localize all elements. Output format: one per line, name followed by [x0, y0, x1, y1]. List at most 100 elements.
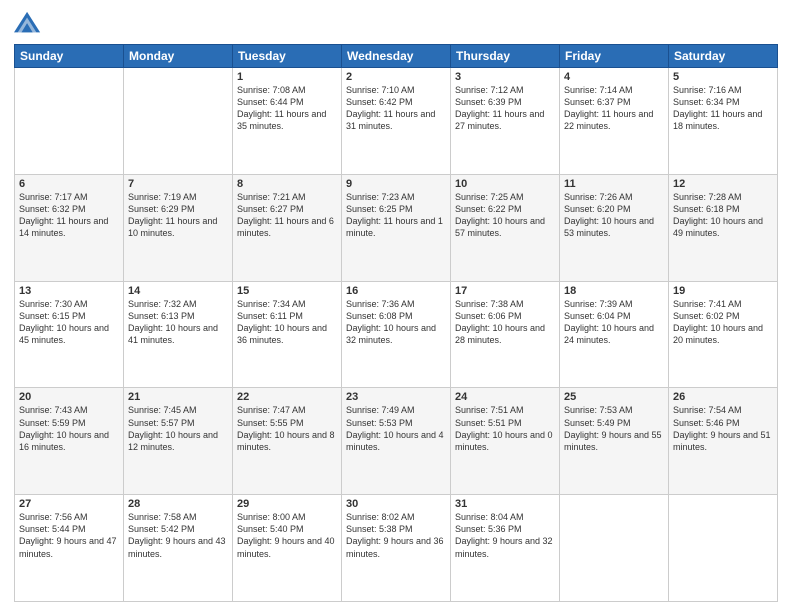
- day-info: Sunrise: 7:14 AMSunset: 6:37 PMDaylight:…: [564, 84, 664, 133]
- day-number: 8: [237, 178, 337, 190]
- calendar-cell: 30Sunrise: 8:02 AMSunset: 5:38 PMDayligh…: [342, 495, 451, 602]
- day-number: 26: [673, 391, 773, 403]
- day-number: 3: [455, 71, 555, 83]
- day-number: 27: [19, 498, 119, 510]
- day-number: 6: [19, 178, 119, 190]
- calendar-cell: 20Sunrise: 7:43 AMSunset: 5:59 PMDayligh…: [15, 388, 124, 495]
- calendar-cell: 1Sunrise: 7:08 AMSunset: 6:44 PMDaylight…: [233, 68, 342, 175]
- calendar-cell: 26Sunrise: 7:54 AMSunset: 5:46 PMDayligh…: [669, 388, 778, 495]
- calendar-cell: 13Sunrise: 7:30 AMSunset: 6:15 PMDayligh…: [15, 281, 124, 388]
- calendar-cell: 5Sunrise: 7:16 AMSunset: 6:34 PMDaylight…: [669, 68, 778, 175]
- day-number: 10: [455, 178, 555, 190]
- calendar-cell: 21Sunrise: 7:45 AMSunset: 5:57 PMDayligh…: [124, 388, 233, 495]
- calendar-cell: 3Sunrise: 7:12 AMSunset: 6:39 PMDaylight…: [451, 68, 560, 175]
- day-info: Sunrise: 7:12 AMSunset: 6:39 PMDaylight:…: [455, 84, 555, 133]
- day-info: Sunrise: 7:16 AMSunset: 6:34 PMDaylight:…: [673, 84, 773, 133]
- calendar-cell: 12Sunrise: 7:28 AMSunset: 6:18 PMDayligh…: [669, 174, 778, 281]
- day-info: Sunrise: 7:30 AMSunset: 6:15 PMDaylight:…: [19, 298, 119, 347]
- day-info: Sunrise: 7:10 AMSunset: 6:42 PMDaylight:…: [346, 84, 446, 133]
- day-info: Sunrise: 7:21 AMSunset: 6:27 PMDaylight:…: [237, 191, 337, 240]
- day-info: Sunrise: 7:08 AMSunset: 6:44 PMDaylight:…: [237, 84, 337, 133]
- calendar-cell: 24Sunrise: 7:51 AMSunset: 5:51 PMDayligh…: [451, 388, 560, 495]
- calendar-cell: 8Sunrise: 7:21 AMSunset: 6:27 PMDaylight…: [233, 174, 342, 281]
- day-info: Sunrise: 7:43 AMSunset: 5:59 PMDaylight:…: [19, 404, 119, 453]
- day-number: 22: [237, 391, 337, 403]
- calendar-cell: [124, 68, 233, 175]
- day-info: Sunrise: 7:49 AMSunset: 5:53 PMDaylight:…: [346, 404, 446, 453]
- calendar-cell: 27Sunrise: 7:56 AMSunset: 5:44 PMDayligh…: [15, 495, 124, 602]
- day-number: 20: [19, 391, 119, 403]
- day-number: 9: [346, 178, 446, 190]
- calendar-cell: 16Sunrise: 7:36 AMSunset: 6:08 PMDayligh…: [342, 281, 451, 388]
- calendar-cell: [669, 495, 778, 602]
- calendar-cell: 25Sunrise: 7:53 AMSunset: 5:49 PMDayligh…: [560, 388, 669, 495]
- day-number: 18: [564, 285, 664, 297]
- day-number: 7: [128, 178, 228, 190]
- calendar-week-row: 27Sunrise: 7:56 AMSunset: 5:44 PMDayligh…: [15, 495, 778, 602]
- calendar-dow-thursday: Thursday: [451, 45, 560, 68]
- calendar-cell: 6Sunrise: 7:17 AMSunset: 6:32 PMDaylight…: [15, 174, 124, 281]
- calendar-cell: 4Sunrise: 7:14 AMSunset: 6:37 PMDaylight…: [560, 68, 669, 175]
- calendar-week-row: 20Sunrise: 7:43 AMSunset: 5:59 PMDayligh…: [15, 388, 778, 495]
- day-number: 28: [128, 498, 228, 510]
- calendar-cell: 15Sunrise: 7:34 AMSunset: 6:11 PMDayligh…: [233, 281, 342, 388]
- day-number: 30: [346, 498, 446, 510]
- calendar-table: SundayMondayTuesdayWednesdayThursdayFrid…: [14, 44, 778, 602]
- day-number: 19: [673, 285, 773, 297]
- day-info: Sunrise: 7:58 AMSunset: 5:42 PMDaylight:…: [128, 511, 228, 560]
- day-info: Sunrise: 7:45 AMSunset: 5:57 PMDaylight:…: [128, 404, 228, 453]
- day-info: Sunrise: 7:26 AMSunset: 6:20 PMDaylight:…: [564, 191, 664, 240]
- day-info: Sunrise: 8:02 AMSunset: 5:38 PMDaylight:…: [346, 511, 446, 560]
- day-info: Sunrise: 7:25 AMSunset: 6:22 PMDaylight:…: [455, 191, 555, 240]
- day-number: 11: [564, 178, 664, 190]
- day-info: Sunrise: 7:54 AMSunset: 5:46 PMDaylight:…: [673, 404, 773, 453]
- day-number: 23: [346, 391, 446, 403]
- header: [14, 10, 778, 38]
- calendar-cell: 31Sunrise: 8:04 AMSunset: 5:36 PMDayligh…: [451, 495, 560, 602]
- day-info: Sunrise: 7:51 AMSunset: 5:51 PMDaylight:…: [455, 404, 555, 453]
- day-info: Sunrise: 8:00 AMSunset: 5:40 PMDaylight:…: [237, 511, 337, 560]
- day-info: Sunrise: 7:23 AMSunset: 6:25 PMDaylight:…: [346, 191, 446, 240]
- calendar-cell: 23Sunrise: 7:49 AMSunset: 5:53 PMDayligh…: [342, 388, 451, 495]
- calendar-cell: 10Sunrise: 7:25 AMSunset: 6:22 PMDayligh…: [451, 174, 560, 281]
- calendar-cell: 22Sunrise: 7:47 AMSunset: 5:55 PMDayligh…: [233, 388, 342, 495]
- calendar-dow-saturday: Saturday: [669, 45, 778, 68]
- page: SundayMondayTuesdayWednesdayThursdayFrid…: [0, 0, 792, 612]
- day-info: Sunrise: 7:39 AMSunset: 6:04 PMDaylight:…: [564, 298, 664, 347]
- day-info: Sunrise: 7:38 AMSunset: 6:06 PMDaylight:…: [455, 298, 555, 347]
- calendar-cell: 29Sunrise: 8:00 AMSunset: 5:40 PMDayligh…: [233, 495, 342, 602]
- day-number: 12: [673, 178, 773, 190]
- day-info: Sunrise: 7:53 AMSunset: 5:49 PMDaylight:…: [564, 404, 664, 453]
- calendar-week-row: 6Sunrise: 7:17 AMSunset: 6:32 PMDaylight…: [15, 174, 778, 281]
- day-info: Sunrise: 7:47 AMSunset: 5:55 PMDaylight:…: [237, 404, 337, 453]
- day-info: Sunrise: 8:04 AMSunset: 5:36 PMDaylight:…: [455, 511, 555, 560]
- day-number: 17: [455, 285, 555, 297]
- calendar-week-row: 13Sunrise: 7:30 AMSunset: 6:15 PMDayligh…: [15, 281, 778, 388]
- calendar-dow-tuesday: Tuesday: [233, 45, 342, 68]
- calendar-cell: [560, 495, 669, 602]
- day-info: Sunrise: 7:19 AMSunset: 6:29 PMDaylight:…: [128, 191, 228, 240]
- calendar-dow-friday: Friday: [560, 45, 669, 68]
- calendar-cell: 18Sunrise: 7:39 AMSunset: 6:04 PMDayligh…: [560, 281, 669, 388]
- logo: [14, 10, 46, 38]
- day-info: Sunrise: 7:28 AMSunset: 6:18 PMDaylight:…: [673, 191, 773, 240]
- day-number: 13: [19, 285, 119, 297]
- day-number: 24: [455, 391, 555, 403]
- day-number: 31: [455, 498, 555, 510]
- calendar-dow-monday: Monday: [124, 45, 233, 68]
- calendar-cell: 19Sunrise: 7:41 AMSunset: 6:02 PMDayligh…: [669, 281, 778, 388]
- day-number: 2: [346, 71, 446, 83]
- day-number: 14: [128, 285, 228, 297]
- logo-icon: [14, 10, 42, 38]
- day-number: 25: [564, 391, 664, 403]
- calendar-dow-sunday: Sunday: [15, 45, 124, 68]
- day-number: 21: [128, 391, 228, 403]
- day-number: 4: [564, 71, 664, 83]
- calendar-dow-wednesday: Wednesday: [342, 45, 451, 68]
- calendar-cell: [15, 68, 124, 175]
- calendar-cell: 28Sunrise: 7:58 AMSunset: 5:42 PMDayligh…: [124, 495, 233, 602]
- day-info: Sunrise: 7:32 AMSunset: 6:13 PMDaylight:…: [128, 298, 228, 347]
- calendar-cell: 14Sunrise: 7:32 AMSunset: 6:13 PMDayligh…: [124, 281, 233, 388]
- day-info: Sunrise: 7:34 AMSunset: 6:11 PMDaylight:…: [237, 298, 337, 347]
- day-info: Sunrise: 7:36 AMSunset: 6:08 PMDaylight:…: [346, 298, 446, 347]
